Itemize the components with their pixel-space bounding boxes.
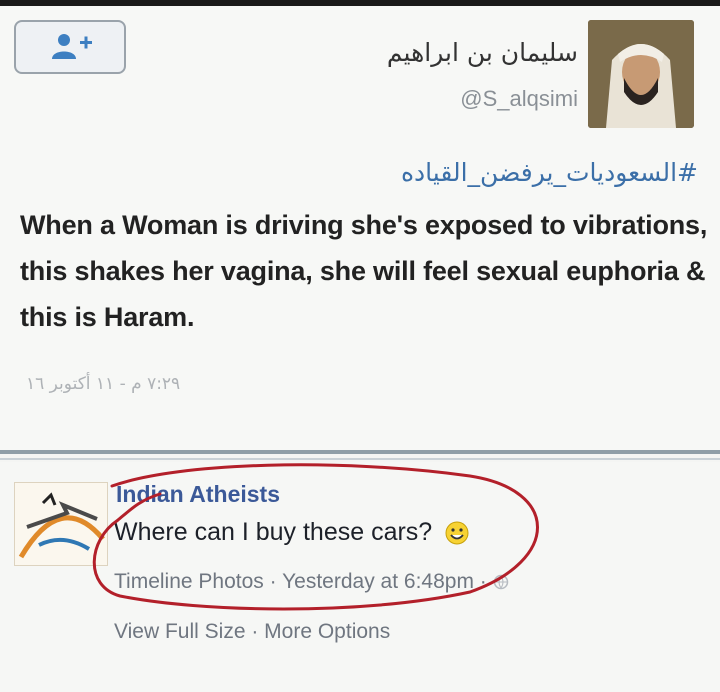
display-name[interactable]: سليمان بن ابراهيم (387, 38, 578, 67)
comment-text: Where can I buy these cars? (114, 518, 433, 546)
globe-icon (493, 575, 508, 590)
hashtag-link[interactable]: #السعوديات_يرفضن_القياده (401, 158, 698, 187)
add-user-icon (52, 34, 92, 59)
album-link[interactable]: Timeline Photos (114, 570, 264, 593)
smiley-emoji-icon (445, 521, 469, 545)
actions-separator: · (245, 620, 265, 643)
view-full-size-link[interactable]: View Full Size (114, 620, 246, 643)
comment: Where can I buy these cars? (114, 518, 469, 547)
section-divider (0, 450, 720, 454)
follow-button[interactable] (14, 20, 126, 74)
meta-separator: · (263, 570, 283, 593)
post-meta: Timeline Photos · Yesterday at 6:48pm · (114, 570, 509, 594)
avatar[interactable] (588, 20, 694, 128)
user-handle[interactable]: @S_alqsimi (460, 86, 578, 112)
meta-separator: · (473, 570, 493, 593)
post-time-link[interactable]: Yesterday at 6:48pm (282, 570, 474, 593)
more-options-link[interactable]: More Options (264, 620, 390, 643)
post-actions: View Full Size · More Options (114, 620, 390, 644)
page-logo[interactable] (14, 482, 108, 566)
section-divider-thin (0, 458, 720, 460)
page-name-link[interactable]: Indian Atheists (116, 481, 280, 508)
tweet-timestamp[interactable]: ٧:٢٩ م - ١١ أكتوبر ١٦ (26, 374, 180, 394)
tweet-text: When a Woman is driving she's exposed to… (20, 210, 708, 332)
